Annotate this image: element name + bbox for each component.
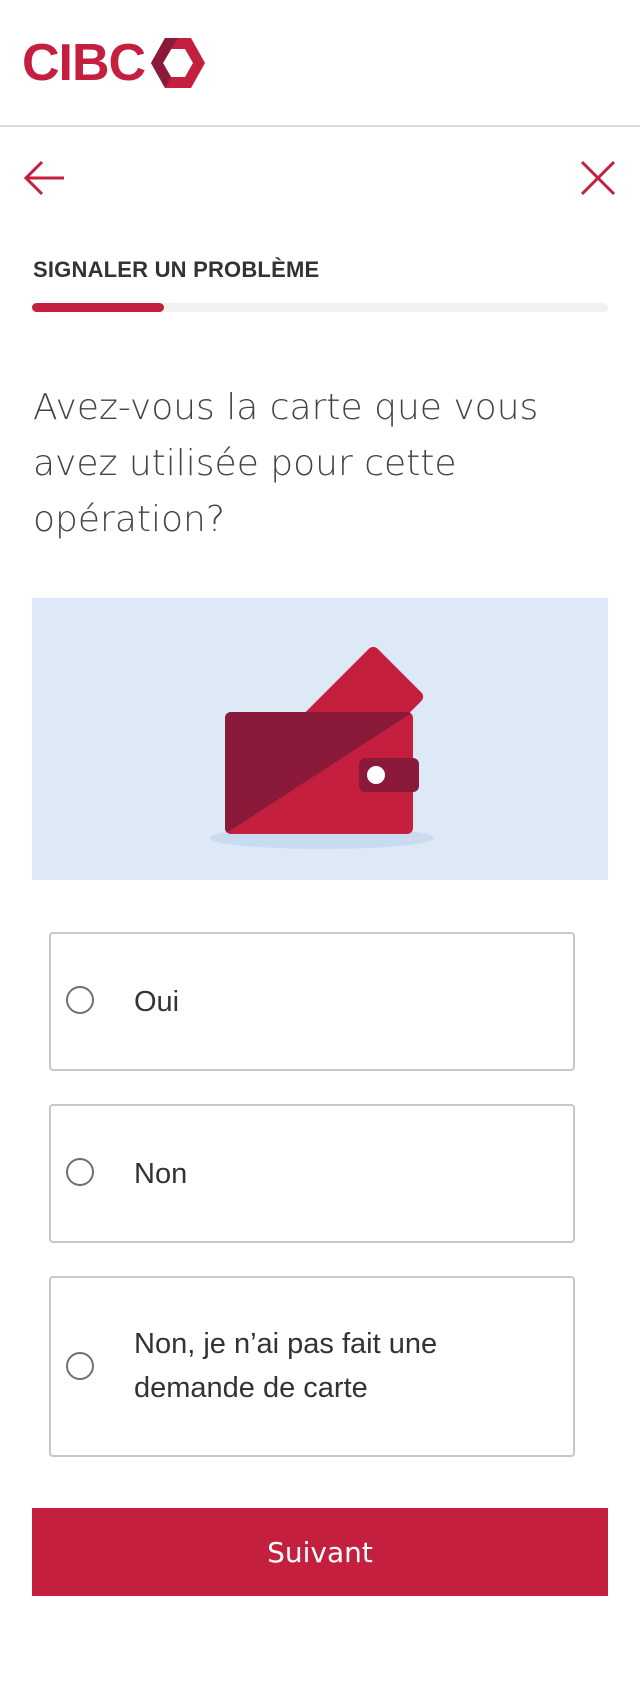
app-header: CIBC — [0, 0, 640, 127]
illustration-panel — [32, 598, 608, 880]
wallet-with-card-icon — [210, 646, 434, 849]
question-heading: Avez-vous la carte que vous avez utilisé… — [33, 387, 539, 540]
option-non[interactable]: Non — [49, 1104, 575, 1243]
arrow-left-icon — [23, 160, 64, 196]
back-button[interactable] — [20, 154, 68, 202]
step-title: SIGNALER UN PROBLÈME — [33, 257, 320, 282]
logo-text: CIBC — [22, 34, 146, 92]
radio-button[interactable] — [66, 1352, 94, 1380]
option-label: Non — [134, 1158, 188, 1190]
option-label: Non, je n’ai pas fait une demande de car… — [134, 1328, 438, 1404]
radio-button[interactable] — [66, 986, 94, 1014]
cibc-logo-icon — [151, 38, 206, 88]
radio-button[interactable] — [66, 1158, 94, 1186]
close-icon — [580, 160, 616, 196]
option-label: Oui — [134, 986, 180, 1018]
option-oui[interactable]: Oui — [49, 932, 575, 1071]
navigation-row — [0, 150, 640, 206]
progress-bar — [32, 303, 608, 312]
progress-fill — [32, 303, 165, 312]
close-button[interactable] — [574, 154, 622, 202]
cibc-logo[interactable]: CIBC — [22, 34, 206, 92]
option-no-card-requested[interactable]: Non, je n’ai pas fait une demande de car… — [49, 1276, 575, 1457]
next-button[interactable]: Suivant — [32, 1508, 608, 1596]
